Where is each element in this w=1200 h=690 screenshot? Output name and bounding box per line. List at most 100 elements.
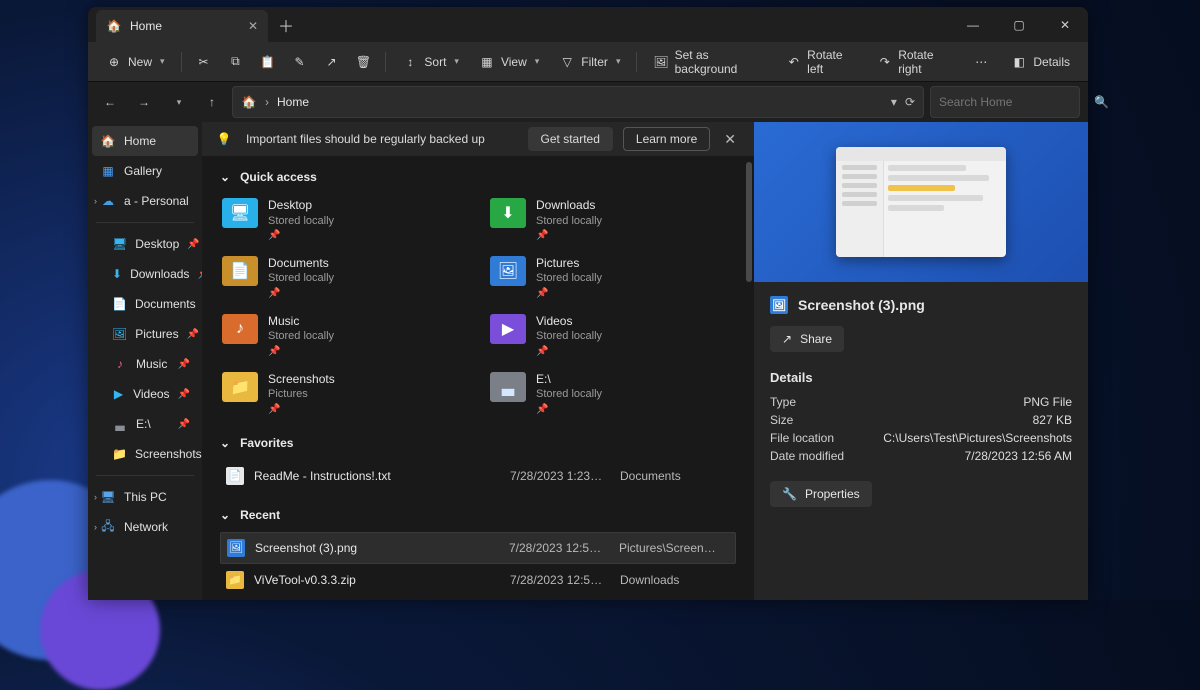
more-button[interactable]: ⋯ <box>967 50 995 74</box>
tab-home[interactable]: 🏠 Home ✕ <box>96 10 268 42</box>
chevron-down-icon[interactable]: ▾ <box>891 95 897 109</box>
sidebar-item-downloads[interactable]: ⬇Downloads📌 <box>92 259 198 289</box>
sidebar-item-documents[interactable]: 📄Documents📌 <box>92 289 198 319</box>
pin-icon: 📌 <box>268 229 334 242</box>
sidebar-item-network[interactable]: ›🖧Network <box>92 512 198 542</box>
search-box[interactable]: 🔍 <box>930 86 1080 118</box>
share-toolbar-button[interactable]: ↗ <box>317 50 345 74</box>
image-file-icon: 🖼 <box>770 296 788 314</box>
properties-button[interactable]: 🔧Properties <box>770 481 872 507</box>
sidebar-item-desktop[interactable]: 🖥Desktop📌 <box>92 229 198 259</box>
maximize-button[interactable]: ▢ <box>996 7 1042 42</box>
sidebar-item-screenshots[interactable]: 📁Screenshots <box>92 439 198 469</box>
scrollbar[interactable] <box>746 162 752 282</box>
recent-item[interactable]: 📁ViVeTool-v0.3.3.zip 7/28/2023 12:5… Dow… <box>220 564 736 596</box>
section-recent[interactable]: ⌄Recent <box>220 508 736 522</box>
set-background-button[interactable]: 🖼Set as background <box>645 44 774 80</box>
panel-icon: ◧ <box>1011 54 1027 70</box>
breadcrumb[interactable]: Home <box>277 95 309 109</box>
learn-more-button[interactable]: Learn more <box>623 127 710 151</box>
desktop-icon: 🖥 <box>112 236 127 252</box>
chevron-right-icon[interactable]: › <box>94 522 97 532</box>
view-button[interactable]: ▦View▾ <box>471 50 547 74</box>
banner-text: Important files should be regularly back… <box>246 132 485 146</box>
chevron-down-icon: ⌄ <box>220 508 230 522</box>
quick-access-downloads[interactable]: ⬇DownloadsStored locally📌 <box>488 194 736 246</box>
copy-button[interactable]: ⧉ <box>221 50 249 74</box>
chevron-down-icon: ▾ <box>535 56 540 67</box>
details-filename: 🖼Screenshot (3).png <box>770 296 1072 314</box>
share-icon: ↗ <box>323 54 339 70</box>
back-button[interactable]: ← <box>96 88 124 116</box>
refresh-button[interactable]: ⟳ <box>905 95 915 109</box>
desktop-icon: 🖥 <box>222 198 258 228</box>
file-explorer-window: 🏠 Home ✕ ＋ — ▢ ✕ ⊕New▾ ✂ ⧉ 📋 ✎ ↗ 🗑 ↕Sort… <box>88 7 1088 600</box>
quick-access-documents[interactable]: 📄DocumentsStored locally📌 <box>220 252 468 304</box>
chevron-right-icon[interactable]: › <box>94 492 97 502</box>
section-favorites[interactable]: ⌄Favorites <box>220 436 736 450</box>
pin-icon: 📌 <box>536 345 602 358</box>
sidebar-item-pictures[interactable]: 🖼Pictures📌 <box>92 319 198 349</box>
search-input[interactable] <box>939 95 1094 109</box>
sidebar-item-gallery[interactable]: ▦Gallery <box>92 156 198 186</box>
quick-access-videos[interactable]: ▶VideosStored locally📌 <box>488 310 736 362</box>
favorite-item[interactable]: 📄ReadMe - Instructions!.txt 7/28/2023 1:… <box>220 460 736 492</box>
rotate-left-icon: ↶ <box>786 54 801 70</box>
rotate-right-button[interactable]: ↷Rotate right <box>869 44 963 80</box>
cloud-icon: ☁ <box>100 193 116 209</box>
gallery-icon: ▦ <box>100 163 116 179</box>
wrench-icon: 🔧 <box>782 487 797 501</box>
zip-file-icon: 📁 <box>226 571 244 589</box>
drive-icon: ▃ <box>112 416 128 432</box>
chevron-right-icon[interactable]: › <box>94 196 97 206</box>
address-bar[interactable]: 🏠 › Home ▾ ⟳ <box>232 86 924 118</box>
sidebar-item-this-pc[interactable]: ›🖥This PC <box>92 482 198 512</box>
filter-button[interactable]: ▽Filter▾ <box>551 50 628 74</box>
download-icon: ⬇ <box>490 198 526 228</box>
address-row: ← → ▾ ↑ 🏠 › Home ▾ ⟳ 🔍 <box>88 82 1088 122</box>
share-button[interactable]: ↗Share <box>770 326 844 352</box>
new-tab-button[interactable]: ＋ <box>278 13 294 37</box>
recent-locations-button[interactable]: ▾ <box>164 88 192 116</box>
rotate-left-button[interactable]: ↶Rotate left <box>778 44 865 80</box>
new-button[interactable]: ⊕New▾ <box>98 50 173 74</box>
pin-icon: 📌 <box>536 403 602 416</box>
quick-access-music[interactable]: ♪MusicStored locally📌 <box>220 310 468 362</box>
rename-icon: ✎ <box>291 54 307 70</box>
forward-button[interactable]: → <box>130 88 158 116</box>
picture-icon: 🖼 <box>112 326 127 342</box>
quick-access-desktop[interactable]: 🖥DesktopStored locally📌 <box>220 194 468 246</box>
filter-icon: ▽ <box>559 54 575 70</box>
chevron-down-icon: ▾ <box>454 56 459 67</box>
chevron-down-icon: ⌄ <box>220 170 230 184</box>
quick-access-screenshots[interactable]: 📁ScreenshotsPictures📌 <box>220 368 468 420</box>
quick-access-pictures[interactable]: 🖼PicturesStored locally📌 <box>488 252 736 304</box>
pin-icon: 📌 <box>536 229 602 242</box>
dismiss-banner-button[interactable]: ✕ <box>720 129 740 150</box>
document-icon: 📄 <box>112 296 127 312</box>
sort-button[interactable]: ↕Sort▾ <box>394 50 467 74</box>
section-quick-access[interactable]: ⌄Quick access <box>220 170 736 184</box>
details-pane-button[interactable]: ◧Details <box>1003 50 1078 74</box>
chevron-down-icon: ▾ <box>616 56 621 67</box>
delete-button[interactable]: 🗑 <box>349 50 377 74</box>
cut-button[interactable]: ✂ <box>189 50 217 74</box>
document-icon: 📄 <box>222 256 258 286</box>
rename-button[interactable]: ✎ <box>285 50 313 74</box>
sidebar-item-home[interactable]: 🏠Home <box>92 126 198 156</box>
recent-item[interactable]: 🖼Screenshot (3).png 7/28/2023 12:5… Pict… <box>220 532 736 564</box>
get-started-button[interactable]: Get started <box>528 127 613 151</box>
breadcrumb-separator: › <box>265 95 269 109</box>
minimize-button[interactable]: — <box>950 7 996 42</box>
sidebar-item-drive-e[interactable]: ▃E:\📌 <box>92 409 198 439</box>
sidebar-item-videos[interactable]: ▶Videos📌 <box>92 379 198 409</box>
close-window-button[interactable]: ✕ <box>1042 7 1088 42</box>
copy-icon: ⧉ <box>227 54 243 70</box>
sidebar-item-onedrive[interactable]: ›☁a - Personal <box>92 186 198 216</box>
quick-access-drive-e[interactable]: ▃E:\Stored locally📌 <box>488 368 736 420</box>
paste-button[interactable]: 📋 <box>253 50 281 74</box>
close-tab-icon[interactable]: ✕ <box>248 19 258 33</box>
pin-icon: 📌 <box>268 403 335 416</box>
sidebar-item-music[interactable]: ♪Music📌 <box>92 349 198 379</box>
up-button[interactable]: ↑ <box>198 88 226 116</box>
